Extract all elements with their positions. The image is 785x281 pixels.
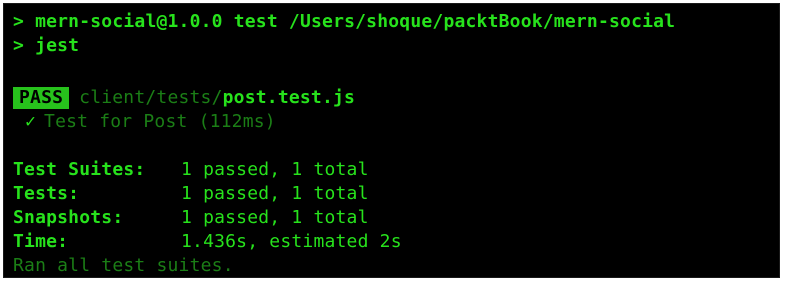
test-case-line: ✓ Test for Post (112ms) bbox=[13, 111, 276, 133]
test-result-line: PASS client/tests/post.test.js bbox=[13, 87, 355, 109]
test-path-file: post.test.js bbox=[222, 87, 356, 108]
summary-time: Time: 1.436s, estimated 2s bbox=[13, 231, 402, 253]
summary-tests-label: Tests: bbox=[13, 183, 80, 204]
pass-badge: PASS bbox=[13, 87, 70, 109]
summary-time-value: 1.436s, estimated 2s bbox=[181, 231, 402, 252]
summary-tests-value: 1 passed, 1 total bbox=[181, 183, 369, 204]
summary-tests: Tests: 1 passed, 1 total bbox=[13, 183, 369, 205]
summary-snapshots-label: Snapshots: bbox=[13, 207, 124, 228]
command-line-1: > mern-social@1.0.0 test /Users/shoque/p… bbox=[13, 11, 676, 32]
summary-suites-label: Test Suites: bbox=[13, 159, 146, 180]
summary-snapshots: Snapshots: 1 passed, 1 total bbox=[13, 207, 369, 229]
summary-suites-value: 1 passed, 1 total bbox=[181, 159, 369, 180]
summary-snapshots-value: 1 passed, 1 total bbox=[181, 207, 369, 228]
summary-time-label: Time: bbox=[13, 231, 69, 252]
terminal-window: > mern-social@1.0.0 test /Users/shoque/p… bbox=[3, 3, 780, 278]
summary-suites: Test Suites: 1 passed, 1 total bbox=[13, 159, 369, 181]
command-line-2: > jest bbox=[13, 35, 80, 56]
test-path-dir: client/tests/ bbox=[79, 87, 223, 108]
test-case-name: Test for Post (112ms) bbox=[44, 111, 276, 132]
summary-footer: Ran all test suites. bbox=[13, 255, 234, 276]
checkmark-icon: ✓ bbox=[25, 111, 37, 132]
